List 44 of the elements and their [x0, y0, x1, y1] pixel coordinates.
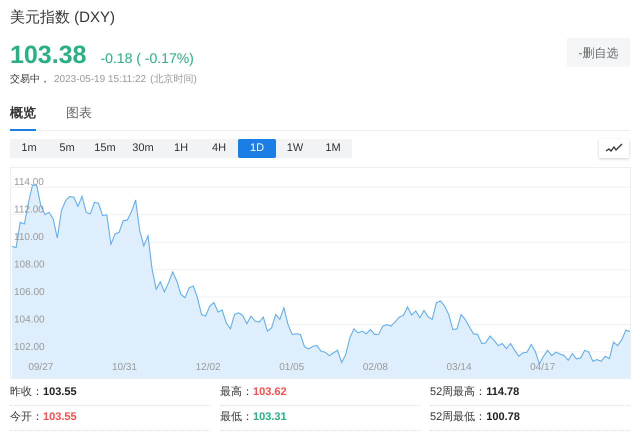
stat-label: 今开： [10, 410, 43, 426]
x-axis-label: 10/31 [112, 362, 137, 372]
interval-tab[interactable]: 4H [200, 138, 238, 158]
stat-value: 100.78 [486, 410, 520, 426]
price-change: -0.18 ( -0.17%) [100, 49, 194, 68]
page-title: 美元指数 (DXY) [10, 8, 116, 28]
interval-tab[interactable]: 5m [48, 138, 86, 158]
x-axis-label: 04/17 [530, 362, 556, 372]
remove-watchlist-button[interactable]: -删自选 [567, 38, 630, 67]
timezone: (北京时间) [150, 72, 197, 87]
stat-value: 103.55 [43, 385, 77, 400]
tab[interactable]: 图表 [66, 103, 92, 130]
stat-label: 52周最低： [430, 410, 486, 426]
y-axis-label: 106.00 [14, 286, 45, 298]
tab[interactable]: 概览 [10, 103, 36, 130]
price: 103.38 [10, 40, 86, 70]
stat-label: 最高： [220, 384, 253, 400]
stat-value: 103.55 [43, 410, 77, 426]
x-axis-label: 09/27 [28, 362, 54, 372]
y-axis-label: 114.00 [14, 176, 44, 188]
stat-value: 103.31 [253, 410, 287, 426]
interval-tab[interactable]: 1m [10, 138, 48, 158]
interval-tab[interactable]: 30m [124, 138, 162, 158]
y-axis-label: 104.00 [14, 314, 45, 325]
x-axis-label: 02/08 [362, 362, 388, 372]
timestamp: 2023-05-19 15:11:22 [54, 73, 146, 87]
x-axis-label: 12/02 [196, 362, 221, 372]
stat-value: 114.78 [486, 385, 520, 400]
y-axis-label: 108.00 [14, 259, 45, 270]
interval-tab[interactable]: 1D [238, 138, 276, 158]
status-text: 交易中， [10, 72, 50, 87]
interval-tab[interactable]: 1H [162, 138, 200, 158]
y-axis-label: 102.00 [14, 341, 45, 352]
interval-tab[interactable]: 1M [314, 138, 352, 158]
line-chart-icon [605, 143, 623, 153]
chart-type-button[interactable] [599, 138, 629, 158]
stat-label: 昨收： [10, 385, 43, 400]
interval-tab[interactable]: 1W [276, 138, 314, 158]
interval-tab[interactable]: 15m [86, 138, 124, 158]
x-axis-label: 01/05 [279, 362, 304, 372]
x-axis-label: 03/14 [446, 362, 472, 372]
stat-label: 最低： [220, 410, 253, 426]
stat-value: 103.62 [253, 385, 287, 400]
stat-label: 52周最高： [430, 384, 486, 400]
